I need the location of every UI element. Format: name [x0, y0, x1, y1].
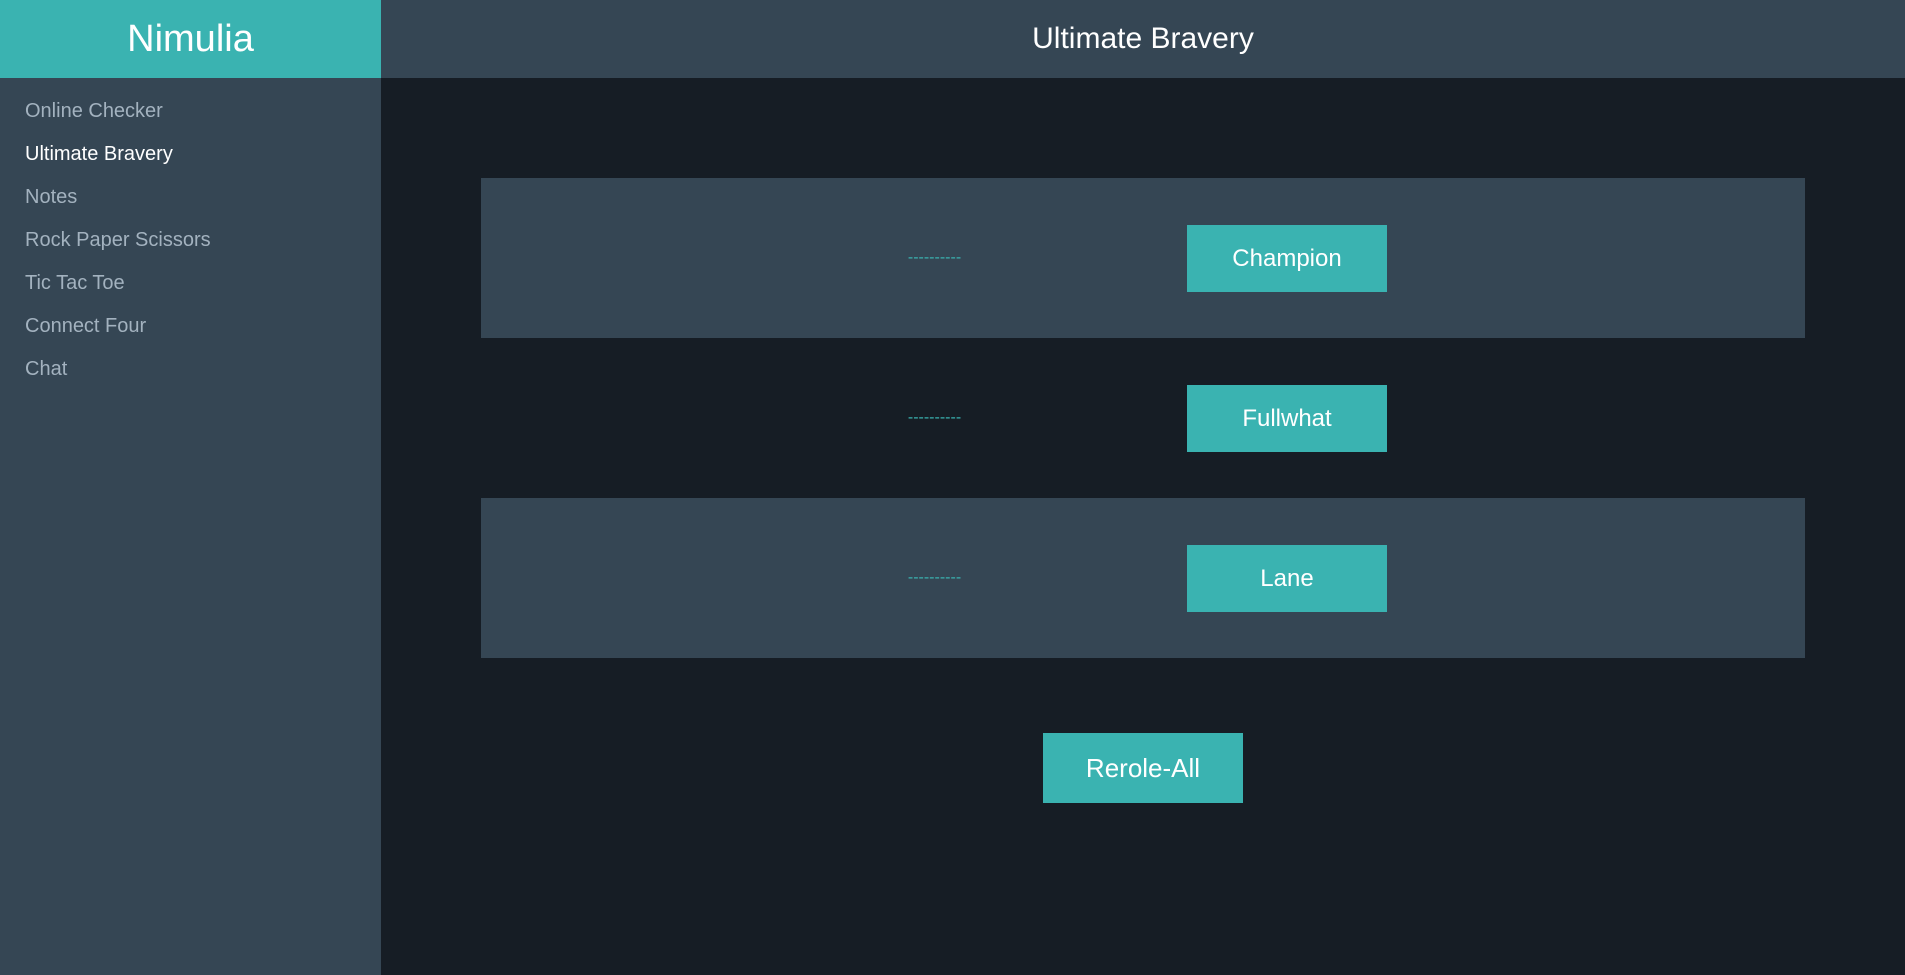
sidebar-item-connect-four[interactable]: Connect Four: [0, 305, 381, 348]
fullwhat-button[interactable]: Fullwhat: [1187, 385, 1387, 452]
sidebar-item-chat[interactable]: Chat: [0, 348, 381, 391]
lane-row: ---------- Lane: [481, 498, 1805, 658]
sidebar: Nimulia Online Checker Ultimate Bravery …: [0, 0, 381, 975]
sidebar-item-online-checker[interactable]: Online Checker: [0, 90, 381, 133]
sidebar-item-tic-tac-toe[interactable]: Tic Tac Toe: [0, 262, 381, 305]
fullwhat-row: ---------- Fullwhat: [481, 338, 1805, 498]
lane-button[interactable]: Lane: [1187, 545, 1387, 612]
sidebar-item-ultimate-bravery[interactable]: Ultimate Bravery: [0, 133, 381, 176]
champion-row: ---------- Champion: [481, 178, 1805, 338]
main-content: ---------- Champion ---------- Fullwhat …: [381, 78, 1905, 975]
reroll-all-button[interactable]: Rerole-All: [1043, 733, 1243, 803]
fullwhat-value: ----------: [907, 409, 962, 426]
champion-value: ----------: [907, 249, 962, 266]
lane-value: ----------: [907, 569, 962, 586]
page-header: Ultimate Bravery: [381, 0, 1905, 78]
sidebar-nav: Online Checker Ultimate Bravery Notes Ro…: [0, 78, 381, 391]
brand-logo[interactable]: Nimulia: [0, 0, 381, 78]
sidebar-item-notes[interactable]: Notes: [0, 176, 381, 219]
sidebar-item-rock-paper-scissors[interactable]: Rock Paper Scissors: [0, 219, 381, 262]
page-title: Ultimate Bravery: [1032, 22, 1254, 55]
champion-button[interactable]: Champion: [1187, 225, 1387, 292]
